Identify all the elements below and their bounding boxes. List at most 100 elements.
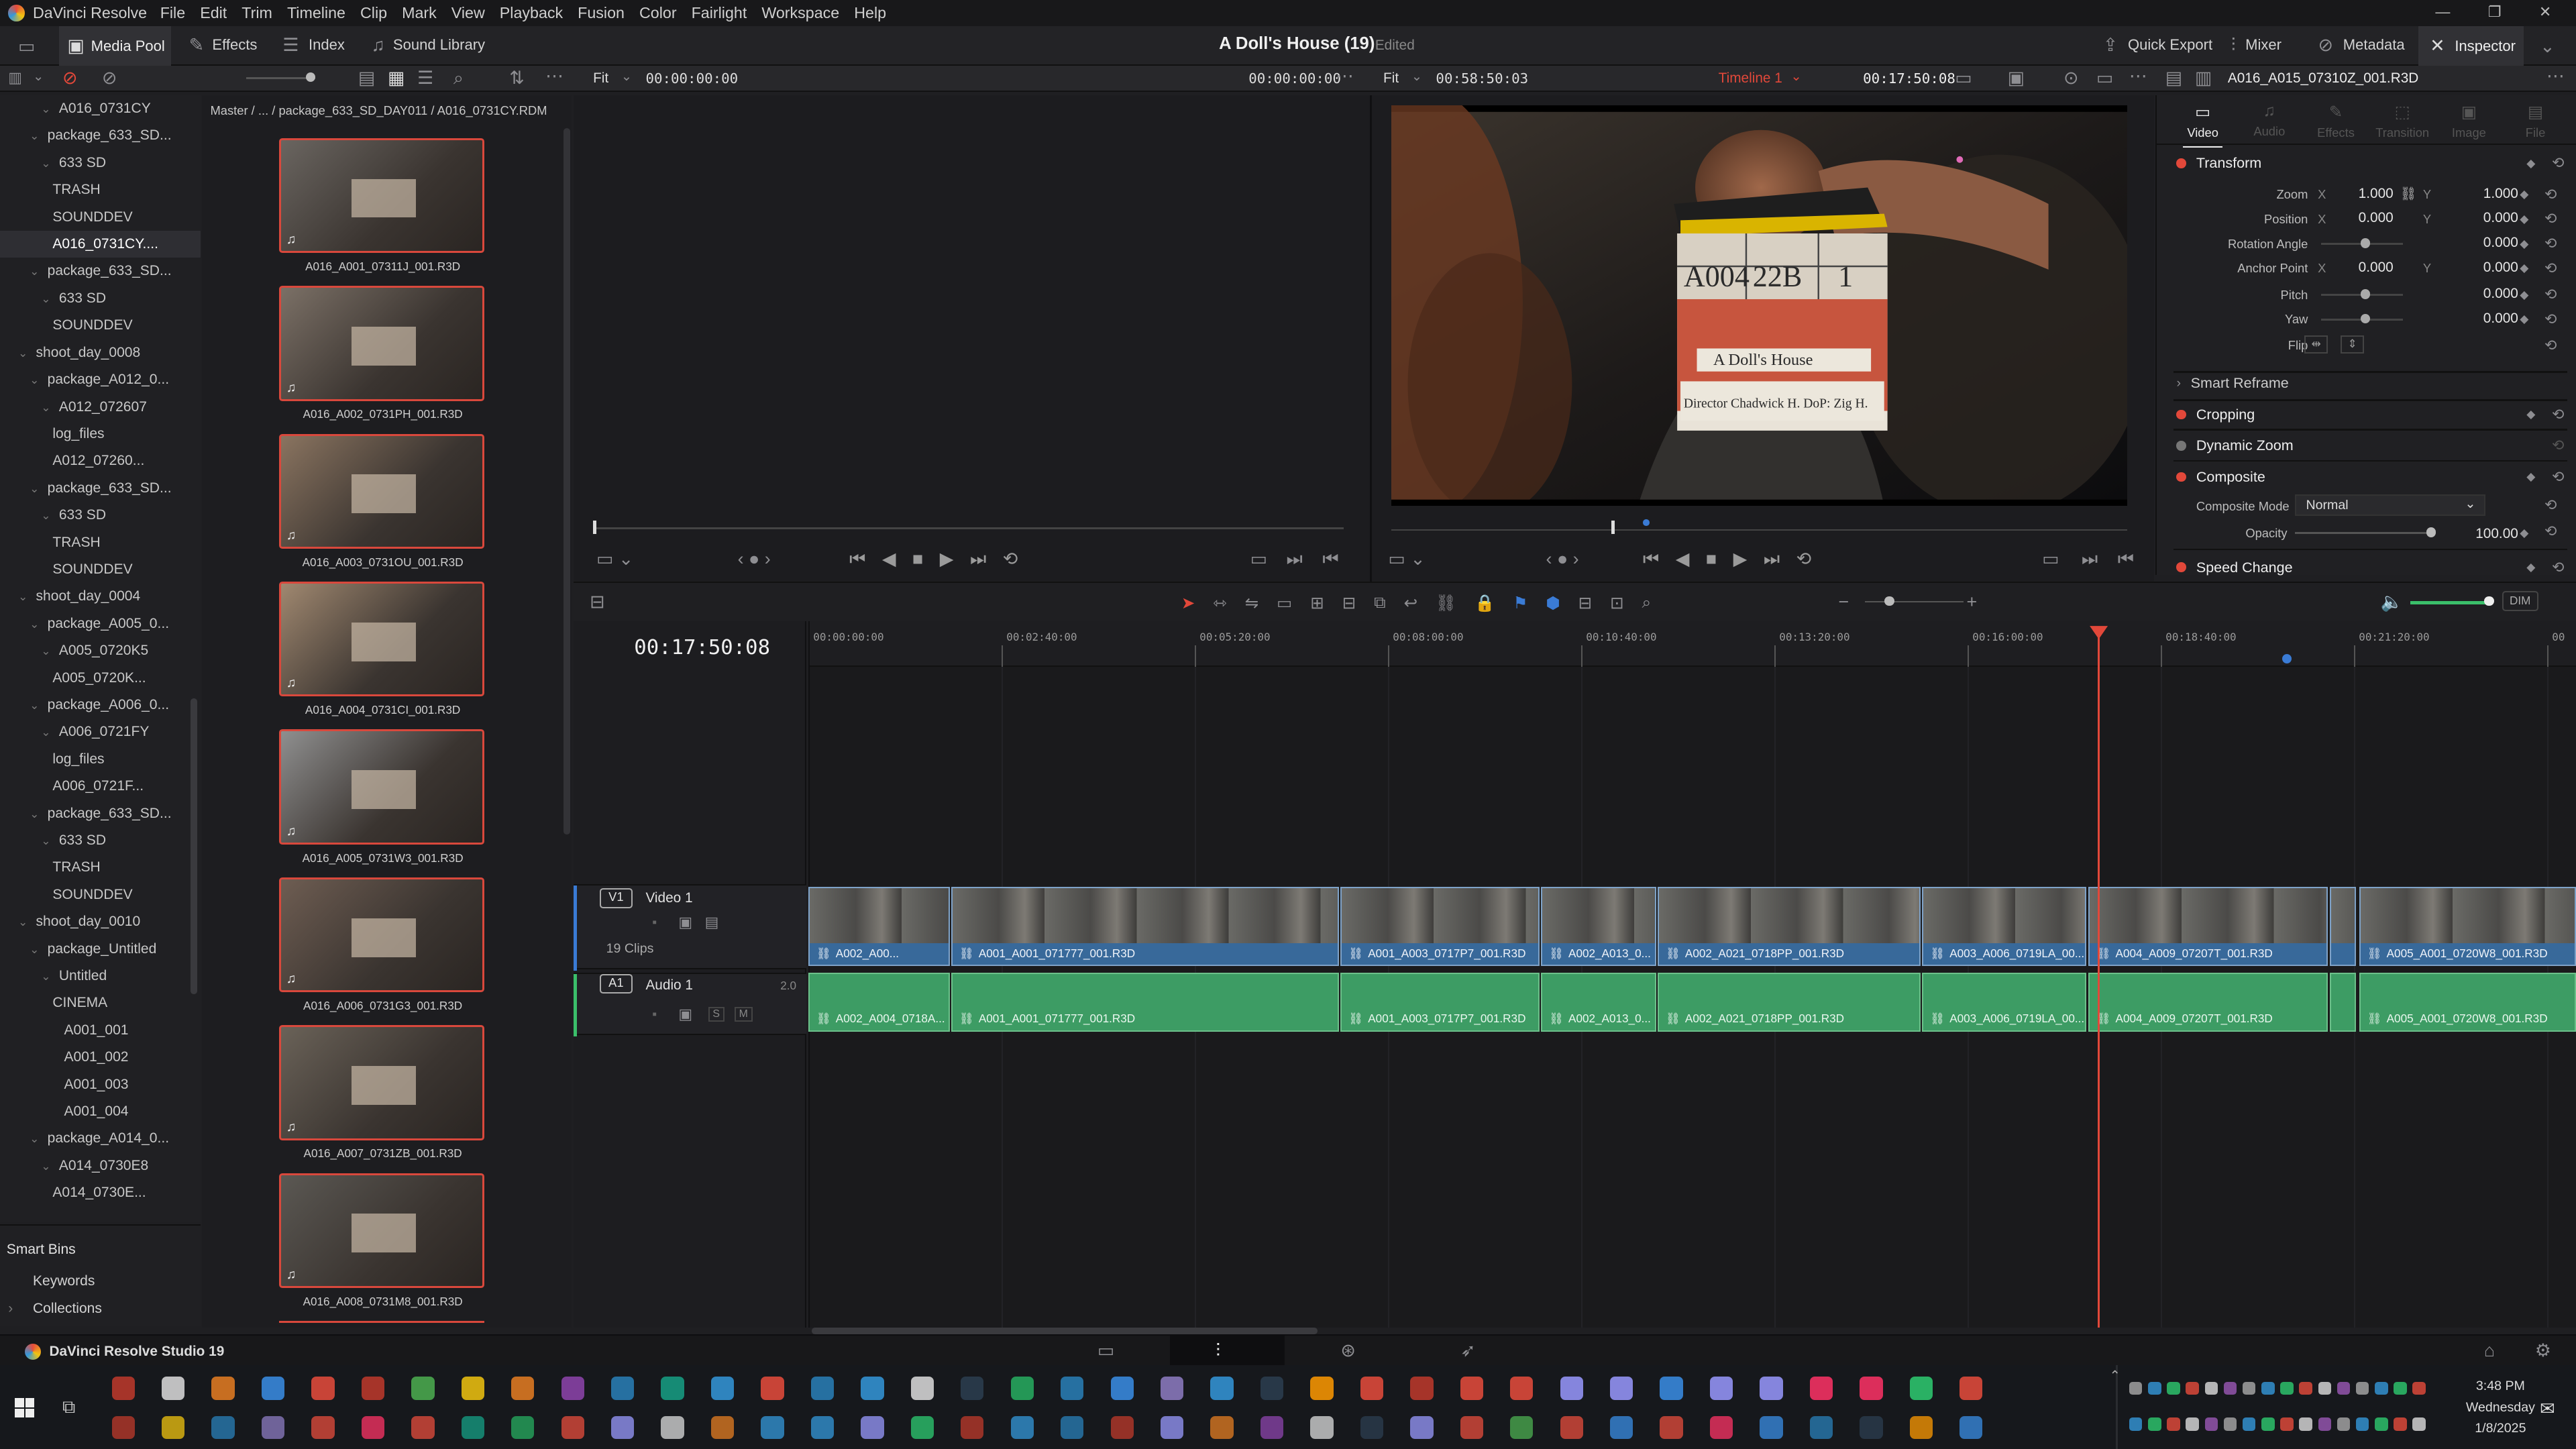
zoom-full-icon[interactable]: ⊟ (1578, 593, 1593, 613)
tray-icon[interactable] (2299, 1381, 2312, 1395)
zoom-custom-icon[interactable]: ⌕ (1642, 594, 1652, 612)
chevron-down-icon[interactable]: ⌄ (33, 70, 44, 84)
media-clip-thumbnail[interactable]: ♫ (279, 1025, 485, 1140)
tray-icon[interactable] (2261, 1381, 2275, 1395)
inspector-tab-image[interactable]: ▣ Image (2436, 102, 2502, 140)
taskbar-app-icon[interactable] (611, 1377, 635, 1400)
source-fit[interactable]: Fit (593, 70, 608, 87)
taskbar-app-icon[interactable] (1909, 1416, 1933, 1440)
metadata-button[interactable]: ⊘ Metadata (2318, 36, 2405, 54)
reset-icon[interactable]: ⟲ (2552, 407, 2564, 422)
timeline-view-options-icon[interactable]: ⊟ (590, 592, 605, 611)
tray-icon[interactable] (2261, 1417, 2275, 1432)
inspector-tab-effects[interactable]: ✎ Effects (2303, 102, 2369, 140)
tree-item[interactable]: ⌄ A016_0731CY (0, 95, 201, 122)
mute-button[interactable]: M (734, 1006, 753, 1022)
menu-file[interactable]: File (160, 4, 185, 22)
breadcrumb[interactable]: Master / ... / package_633_SD_DAY011 / A… (210, 103, 547, 118)
taskbar-app-icon[interactable] (1410, 1377, 1434, 1400)
tree-item[interactable]: log_files (0, 746, 201, 773)
dynamic-trim-icon[interactable]: ⇋ (1245, 593, 1259, 613)
tree-item[interactable]: ⌄ A005_0720K5 (0, 637, 201, 664)
tree-item[interactable]: ⌄ Untitled (0, 963, 201, 989)
edit-page-tab[interactable]: ⫶ (1169, 1335, 1285, 1367)
opacity-handle[interactable] (2426, 527, 2436, 537)
taskbar-app-icon[interactable] (1260, 1377, 1284, 1400)
taskbar-app-icon[interactable] (161, 1416, 185, 1440)
opacity-value[interactable]: 100.00 (2443, 526, 2518, 542)
dim-button[interactable]: DIM (2502, 591, 2538, 611)
tree-item[interactable]: log_files (0, 421, 201, 447)
marker-icon[interactable]: ⬢ (1546, 593, 1560, 613)
media-page-icon[interactable]: ▭ (1097, 1342, 1114, 1360)
taskbar-app-icon[interactable] (1061, 1416, 1084, 1440)
snapping-icon[interactable]: ↩ (1404, 593, 1418, 613)
timeline-scrollbar[interactable] (811, 1327, 1318, 1334)
mark-icon[interactable]: ⏭ (2082, 550, 2098, 568)
inspector-panel-icon[interactable]: ▤ (2165, 68, 2182, 87)
loop-icon[interactable]: ⟲ (1003, 549, 1018, 570)
reset-icon[interactable]: ⟲ (2552, 156, 2564, 170)
taskbar-brave-icon[interactable] (311, 1377, 335, 1400)
taskbar-app-icon[interactable] (1460, 1416, 1483, 1440)
video-clip[interactable]: ⛓ A002_A021_0718PP_001.R3D (1658, 887, 1921, 966)
tree-item[interactable]: SOUNDDEV (0, 556, 201, 583)
tree-item[interactable]: A001_003 (0, 1071, 201, 1098)
taskbar-indesign-icon[interactable] (1860, 1377, 1883, 1400)
taskbar-app-icon[interactable] (961, 1377, 984, 1400)
taskbar-vivaldi-icon[interactable] (361, 1377, 385, 1400)
menu-edit[interactable]: Edit (200, 4, 227, 22)
timeline-scrubber[interactable] (1391, 529, 2128, 531)
menu-trim[interactable]: Trim (241, 4, 272, 22)
taskbar-app-icon[interactable] (861, 1416, 884, 1440)
opacity-slider[interactable] (2294, 532, 2430, 534)
tree-item[interactable]: A005_0720K... (0, 665, 201, 692)
cropping-section[interactable]: Cropping ◆ ⟲ (2176, 406, 2564, 423)
reset-icon[interactable]: ⟲ (2552, 438, 2564, 453)
taskbar-app-icon[interactable] (1660, 1416, 1683, 1440)
tree-item[interactable]: ⌄ shoot_day_0008 (0, 339, 201, 366)
lock-icon[interactable]: ▪ (652, 916, 657, 930)
mark-out-icon[interactable]: ⏮ (1322, 550, 1338, 568)
auto-select-icon[interactable]: ▣ (678, 1006, 692, 1022)
tree-item[interactable]: A016_0731CY.... (0, 231, 201, 258)
tree-item[interactable]: ⌄ shoot_day_0010 (0, 908, 201, 935)
sound-library-button[interactable]: ♫ Sound Library (371, 36, 485, 54)
video-clip[interactable] (2329, 887, 2356, 966)
position-lock-icon[interactable]: 🔒 (1474, 593, 1495, 613)
more-icon[interactable]: ⋯ (2129, 67, 2147, 85)
inspector-tab-file[interactable]: ▤ File (2503, 102, 2569, 140)
taskbar-premiere-icon[interactable] (1709, 1377, 1733, 1400)
keyframe-icon[interactable]: ◆ (2520, 237, 2528, 251)
audio-track-name[interactable]: Audio 1 (645, 977, 693, 994)
taskbar-app-icon[interactable] (1061, 1377, 1084, 1400)
timeline-name[interactable]: Timeline 1 (1719, 70, 1782, 87)
minimize-icon[interactable]: — (2435, 3, 2450, 21)
menu-playback[interactable]: Playback (500, 4, 563, 22)
expand-icon[interactable]: ⌄ (2540, 38, 2555, 56)
tree-item[interactable]: TRASH (0, 176, 201, 203)
tree-item[interactable]: ⌄ A012_072607 (0, 394, 201, 421)
menu-clip[interactable]: Clip (360, 4, 387, 22)
taskbar-edge-icon[interactable] (261, 1377, 285, 1400)
keyframe-icon[interactable]: ◆ (2526, 157, 2535, 169)
taskbar-indesign-icon[interactable] (1809, 1377, 1833, 1400)
smart-reframe-section[interactable]: › Smart Reframe (2176, 374, 2288, 392)
timeline-ruler[interactable]: 00:00:00:00 00:02:40:00 00:05:20:00 00:08:0… (808, 621, 2576, 667)
taskbar-notes-icon[interactable] (511, 1377, 535, 1400)
tray-icon[interactable] (2242, 1381, 2256, 1395)
reset-icon[interactable]: ⟲ (2544, 311, 2557, 328)
taskbar-app-icon[interactable] (910, 1416, 934, 1440)
inspector-tab-video[interactable]: ▭ Video (2170, 102, 2236, 148)
viewer-options-icon[interactable]: ▭ ⌄ (596, 550, 633, 568)
taskbar-app-icon[interactable] (1960, 1377, 1983, 1400)
viewer-mode-icon[interactable]: ▭ (1955, 68, 1972, 87)
linked-selection-icon[interactable]: ⛓ (1436, 593, 1456, 613)
taskbar-media-encoder-icon[interactable] (1610, 1377, 1633, 1400)
enable-dot[interactable] (2176, 441, 2187, 451)
audio-clip[interactable]: ⛓ A002_A013_0... (1541, 972, 1656, 1032)
timeline-scrubber-head[interactable] (1611, 521, 1615, 534)
audio-link-icon[interactable]: ⊘ (102, 68, 117, 87)
taskbar-notepad-icon[interactable] (161, 1377, 185, 1400)
taskbar-app-icon[interactable] (1260, 1416, 1284, 1440)
